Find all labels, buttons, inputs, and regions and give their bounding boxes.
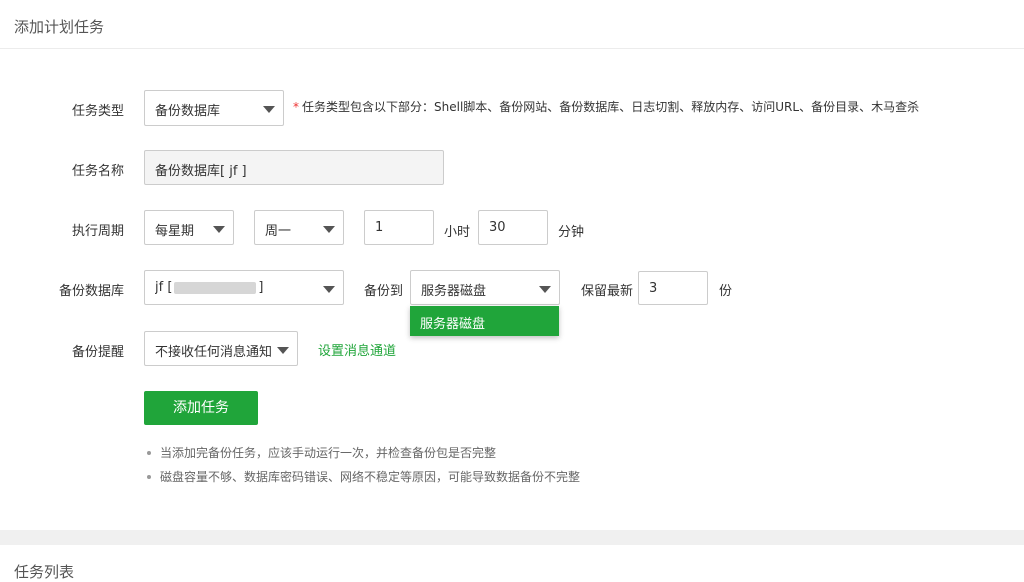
notify-value: 不接收任何消息通知 bbox=[155, 345, 273, 360]
add-task-button[interactable]: 添加任务 bbox=[144, 391, 258, 425]
keep-label: 保留最新 bbox=[581, 284, 634, 299]
note-text: 磁盘容量不够、数据库密码错误、网络不稳定等原因，可能导致数据备份不完整 bbox=[160, 470, 581, 484]
keep-count-input[interactable]: 3 bbox=[638, 271, 708, 305]
set-channel-link[interactable]: 设置消息通道 bbox=[318, 340, 396, 359]
task-type-label: 任务类型 bbox=[71, 104, 124, 119]
task-type-hint-text: 任务类型包含以下部分：Shell脚本、备份网站、备份数据库、日志切割、释放内存、… bbox=[302, 100, 920, 114]
notify-label: 备份提醒 bbox=[71, 345, 124, 360]
task-type-select[interactable]: 备份数据库 bbox=[144, 90, 284, 126]
cycle-weekday-select[interactable]: 周一 bbox=[254, 210, 344, 245]
required-star: * bbox=[293, 100, 299, 114]
minute-input[interactable]: 30 bbox=[478, 210, 548, 245]
cycle-period-select[interactable]: 每星期 bbox=[144, 210, 234, 245]
minute-unit: 分钟 bbox=[558, 225, 585, 240]
notify-select[interactable]: 不接收任何消息通知 bbox=[144, 331, 298, 366]
page-title: 添加计划任务 bbox=[14, 18, 105, 36]
redacted-block bbox=[174, 281, 257, 294]
cycle-label: 执行周期 bbox=[71, 224, 124, 239]
chevron-down-icon bbox=[323, 226, 335, 233]
minute-value: 30 bbox=[489, 220, 506, 235]
bullet-icon bbox=[147, 451, 151, 455]
backup-db-value: jf [] bbox=[155, 280, 263, 295]
hour-value: 1 bbox=[375, 220, 384, 235]
chevron-down-icon bbox=[323, 286, 335, 293]
hour-unit: 小时 bbox=[444, 225, 471, 240]
list-item: 当添加完备份任务，应该手动运行一次，并检查备份包是否完整 bbox=[144, 445, 580, 469]
backup-to-label: 备份到 bbox=[364, 284, 404, 299]
panel-header: 添加计划任务 bbox=[0, 0, 1024, 49]
task-type-value: 备份数据库 bbox=[155, 104, 221, 119]
list-item: 磁盘容量不够、数据库密码错误、网络不稳定等原因，可能导致数据备份不完整 bbox=[144, 469, 580, 493]
backup-to-select[interactable]: 服务器磁盘 bbox=[410, 270, 560, 305]
backup-db-value-prefix: jf [ bbox=[155, 280, 173, 295]
chevron-down-icon bbox=[539, 286, 551, 293]
backup-db-select[interactable]: jf [] bbox=[144, 270, 344, 305]
keep-count-value: 3 bbox=[649, 281, 658, 296]
backup-db-value-suffix: ] bbox=[258, 280, 264, 295]
task-type-hint: * 任务类型包含以下部分：Shell脚本、备份网站、备份数据库、日志切割、释放内存… bbox=[293, 98, 919, 115]
backup-to-value: 服务器磁盘 bbox=[421, 284, 487, 299]
task-name-input[interactable]: 备份数据库[ jf ] bbox=[144, 150, 444, 185]
task-list-title: 任务列表 bbox=[14, 563, 75, 581]
keep-unit: 份 bbox=[719, 284, 733, 299]
chevron-down-icon bbox=[263, 106, 275, 113]
hour-input[interactable]: 1 bbox=[364, 210, 434, 245]
cycle-weekday-value: 周一 bbox=[265, 224, 292, 239]
task-name-value: 备份数据库[ jf ] bbox=[155, 164, 247, 179]
section-divider bbox=[0, 530, 1024, 545]
backup-to-dropdown: 服务器磁盘 bbox=[410, 306, 559, 336]
backup-db-label: 备份数据库 bbox=[58, 284, 124, 299]
bullet-icon bbox=[147, 475, 151, 479]
cycle-period-value: 每星期 bbox=[155, 224, 195, 239]
note-text: 当添加完备份任务，应该手动运行一次，并检查备份包是否完整 bbox=[160, 446, 497, 460]
task-name-label: 任务名称 bbox=[71, 164, 124, 179]
dropdown-option-server-disk[interactable]: 服务器磁盘 bbox=[420, 313, 485, 332]
notes-list: 当添加完备份任务，应该手动运行一次，并检查备份包是否完整 磁盘容量不够、数据库密… bbox=[144, 445, 580, 493]
chevron-down-icon bbox=[213, 226, 225, 233]
chevron-down-icon bbox=[277, 347, 289, 354]
